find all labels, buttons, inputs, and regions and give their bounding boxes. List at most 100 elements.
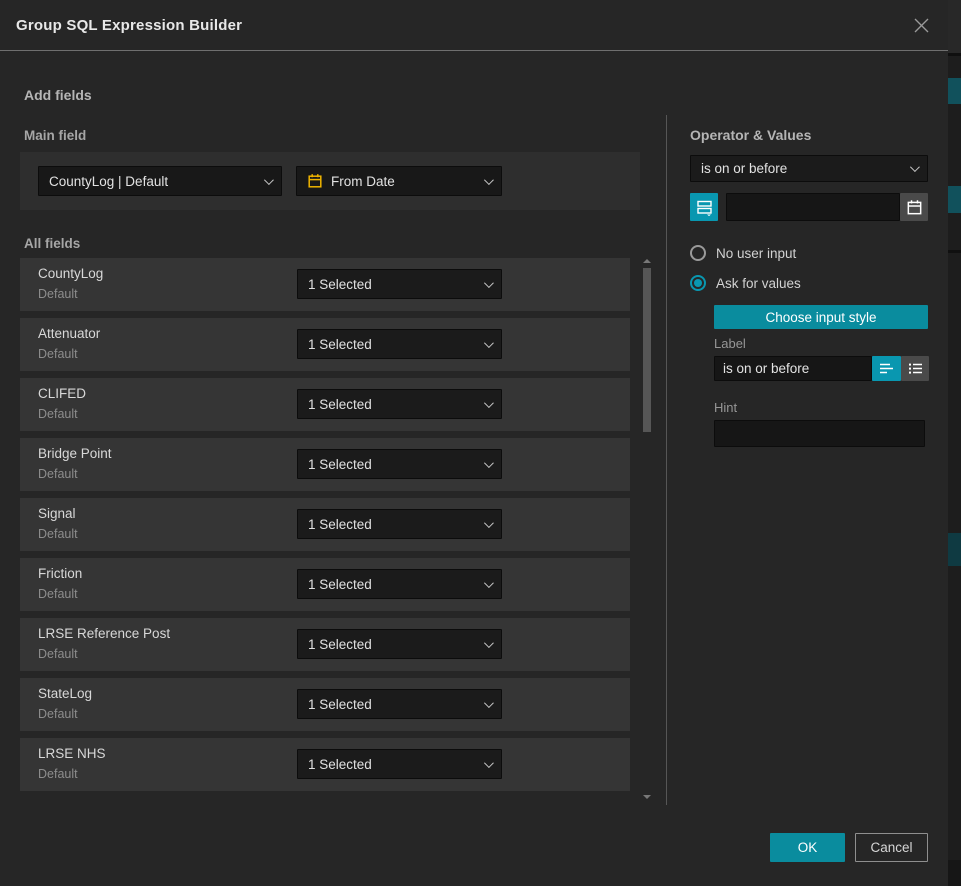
bulleted-list-icon bbox=[908, 362, 923, 375]
main-field-select[interactable]: From Date bbox=[296, 166, 502, 196]
field-subtitle: Default bbox=[38, 767, 78, 781]
calendar-icon bbox=[307, 173, 323, 189]
chevron-down-icon bbox=[484, 578, 494, 588]
chevron-down-icon bbox=[484, 698, 494, 708]
scroll-up-arrow-icon[interactable] bbox=[643, 259, 651, 263]
background-app-edge bbox=[948, 0, 961, 886]
field-row: CLIFED Default 1 Selected bbox=[20, 378, 630, 431]
stacked-rows-icon bbox=[696, 199, 713, 216]
scrollbar-thumb[interactable] bbox=[643, 268, 651, 432]
field-name: Attenuator bbox=[38, 326, 100, 341]
align-left-icon bbox=[879, 362, 894, 375]
bg-strip-seg bbox=[948, 533, 961, 566]
radio-label: Ask for values bbox=[716, 276, 801, 291]
field-selection-dropdown[interactable]: 1 Selected bbox=[297, 389, 502, 419]
cancel-button[interactable]: Cancel bbox=[855, 833, 928, 862]
bg-strip-seg bbox=[948, 250, 961, 253]
bg-strip-seg bbox=[948, 78, 961, 104]
close-icon[interactable] bbox=[910, 14, 932, 36]
radio-label: No user input bbox=[716, 246, 796, 261]
chevron-down-icon bbox=[484, 518, 494, 528]
date-picker-button[interactable] bbox=[900, 193, 928, 221]
field-name: CountyLog bbox=[38, 266, 103, 281]
field-name: Signal bbox=[38, 506, 76, 521]
field-name: StateLog bbox=[38, 686, 92, 701]
main-field-heading: Main field bbox=[24, 128, 86, 143]
field-subtitle: Default bbox=[38, 707, 78, 721]
field-name: LRSE NHS bbox=[38, 746, 106, 761]
field-row: LRSE Reference Post Default 1 Selected bbox=[20, 618, 630, 671]
label-input[interactable] bbox=[714, 356, 872, 381]
field-selection-dropdown[interactable]: 1 Selected bbox=[297, 449, 502, 479]
chevron-down-icon bbox=[484, 175, 494, 185]
field-subtitle: Default bbox=[38, 467, 78, 481]
field-selection-value: 1 Selected bbox=[308, 517, 476, 532]
field-selection-value: 1 Selected bbox=[308, 577, 476, 592]
add-fields-heading: Add fields bbox=[24, 87, 92, 103]
all-fields-list: CountyLog Default 1 Selected Attenuator … bbox=[20, 258, 630, 798]
field-selection-value: 1 Selected bbox=[308, 337, 476, 352]
all-fields-heading: All fields bbox=[24, 236, 80, 251]
field-row: StateLog Default 1 Selected bbox=[20, 678, 630, 731]
field-row: Friction Default 1 Selected bbox=[20, 558, 630, 611]
hint-field-label: Hint bbox=[714, 400, 737, 415]
choose-input-style-button[interactable]: Choose input style bbox=[714, 305, 928, 329]
field-row: Bridge Point Default 1 Selected bbox=[20, 438, 630, 491]
chevron-down-icon bbox=[484, 758, 494, 768]
field-subtitle: Default bbox=[38, 647, 78, 661]
field-selection-dropdown[interactable]: 1 Selected bbox=[297, 629, 502, 659]
bg-strip-seg bbox=[948, 0, 961, 53]
bg-strip-seg bbox=[948, 186, 961, 213]
main-layer-select-value: CountyLog | Default bbox=[49, 174, 256, 189]
operator-values-heading: Operator & Values bbox=[690, 127, 811, 143]
chevron-down-icon bbox=[484, 398, 494, 408]
field-selection-value: 1 Selected bbox=[308, 757, 476, 772]
chevron-down-icon bbox=[484, 638, 494, 648]
field-name: Bridge Point bbox=[38, 446, 112, 461]
chevron-down-icon bbox=[264, 175, 274, 185]
field-selection-dropdown[interactable]: 1 Selected bbox=[297, 689, 502, 719]
main-layer-select[interactable]: CountyLog | Default bbox=[38, 166, 282, 196]
field-selection-dropdown[interactable]: 1 Selected bbox=[297, 749, 502, 779]
radio-circle-icon bbox=[690, 245, 706, 261]
group-sql-expression-builder-dialog: Group SQL Expression Builder Add fields … bbox=[0, 0, 948, 886]
field-subtitle: Default bbox=[38, 287, 78, 301]
field-name: LRSE Reference Post bbox=[38, 626, 170, 641]
chevron-down-icon bbox=[484, 338, 494, 348]
date-value-input[interactable] bbox=[726, 193, 900, 221]
field-row: Attenuator Default 1 Selected bbox=[20, 318, 630, 371]
single-line-style-button[interactable] bbox=[872, 356, 901, 381]
label-field-label: Label bbox=[714, 336, 746, 351]
value-source-toggle-button[interactable] bbox=[690, 193, 718, 221]
field-subtitle: Default bbox=[38, 527, 78, 541]
main-field-bar: CountyLog | Default From Date bbox=[20, 152, 640, 210]
ok-button[interactable]: OK bbox=[770, 833, 845, 862]
list-style-button[interactable] bbox=[901, 356, 929, 381]
operator-select[interactable]: is on or before bbox=[690, 155, 928, 182]
radio-circle-selected-icon bbox=[690, 275, 706, 291]
field-selection-dropdown[interactable]: 1 Selected bbox=[297, 329, 502, 359]
field-selection-dropdown[interactable]: 1 Selected bbox=[297, 269, 502, 299]
radio-ask-for-values[interactable]: Ask for values bbox=[690, 275, 801, 291]
field-subtitle: Default bbox=[38, 347, 78, 361]
field-selection-dropdown[interactable]: 1 Selected bbox=[297, 509, 502, 539]
chevron-down-icon bbox=[910, 162, 920, 172]
screen: Group SQL Expression Builder Add fields … bbox=[0, 0, 961, 886]
panel-divider bbox=[666, 115, 667, 805]
radio-no-user-input[interactable]: No user input bbox=[690, 245, 796, 261]
field-name: CLIFED bbox=[38, 386, 86, 401]
hint-input[interactable] bbox=[714, 420, 925, 447]
field-selection-value: 1 Selected bbox=[308, 397, 476, 412]
calendar-icon bbox=[906, 199, 923, 216]
dialog-title: Group SQL Expression Builder bbox=[16, 17, 242, 34]
fields-list-scrollbar[interactable] bbox=[643, 258, 651, 805]
close-icon-glyph bbox=[913, 17, 930, 34]
chevron-down-icon bbox=[484, 278, 494, 288]
scroll-down-arrow-icon[interactable] bbox=[643, 795, 651, 799]
field-row: Signal Default 1 Selected bbox=[20, 498, 630, 551]
field-selection-dropdown[interactable]: 1 Selected bbox=[297, 569, 502, 599]
operator-select-value: is on or before bbox=[701, 161, 902, 176]
field-selection-value: 1 Selected bbox=[308, 637, 476, 652]
field-selection-value: 1 Selected bbox=[308, 457, 476, 472]
field-selection-value: 1 Selected bbox=[308, 277, 476, 292]
